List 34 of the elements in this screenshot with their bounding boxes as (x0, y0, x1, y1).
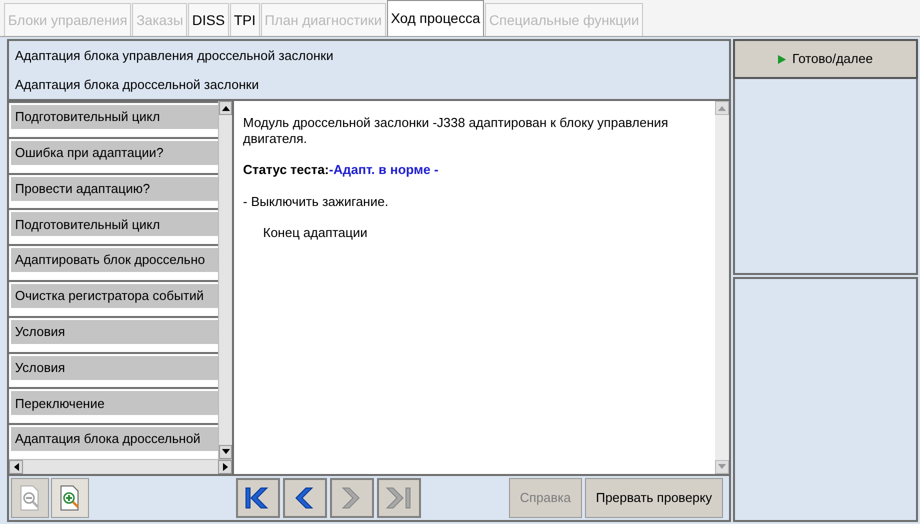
horizontal-scrollbar[interactable] (9, 458, 232, 474)
step-item[interactable]: Провести адаптацию? (11, 176, 218, 201)
scroll-up-icon[interactable] (219, 101, 232, 115)
result-message: Модуль дроссельной заслонки -J338 адаптирован к блоку управления двигателя. (243, 115, 670, 147)
next-button[interactable]: Готово/далее (733, 39, 918, 79)
step-item[interactable]: Условия (11, 356, 218, 380)
scroll-down-icon[interactable] (219, 444, 232, 459)
procedure-subtitle: Адаптация блока дроссельной заслонки (15, 76, 260, 94)
tab[interactable]: Ход процесса (386, 0, 484, 36)
action-button[interactable]: Прервать проверку (584, 478, 723, 518)
step-item[interactable]: Адаптировать блок дроссельно (11, 248, 218, 272)
status-label: Статус теста: (243, 162, 330, 178)
step-item[interactable]: Подготовительный цикл (11, 212, 218, 236)
step-item[interactable]: Переключение (11, 391, 218, 416)
zoom-in-icon (59, 484, 81, 511)
status-value: -Адапт. в норме - (329, 162, 438, 178)
end-text: Конец адаптации (263, 225, 368, 241)
step-item[interactable]: Подготовительный цикл (11, 105, 218, 129)
tab[interactable]: DISS (188, 3, 229, 36)
play-icon (778, 54, 786, 64)
step-item[interactable]: Условия (11, 320, 218, 344)
scroll-left-icon[interactable] (9, 460, 23, 474)
vertical-scrollbar[interactable] (218, 101, 232, 459)
instruction-text: - Выключить зажигание. (243, 194, 388, 210)
step-item[interactable]: Ошибка при адаптации? (11, 140, 218, 165)
procedure-title: Адаптация блока управления дроссельной заслонки (15, 46, 334, 65)
tab[interactable]: TPI (230, 3, 260, 36)
zoom-out-icon (19, 484, 41, 511)
step-item[interactable]: Очистка регистратора событий (11, 284, 218, 308)
step-item[interactable]: Адаптация блока дроссельной (11, 427, 218, 452)
nav-button[interactable] (236, 478, 280, 518)
nav-button[interactable] (283, 478, 327, 518)
zoom-in-button[interactable] (51, 478, 89, 518)
scroll-right-icon[interactable] (218, 460, 232, 474)
